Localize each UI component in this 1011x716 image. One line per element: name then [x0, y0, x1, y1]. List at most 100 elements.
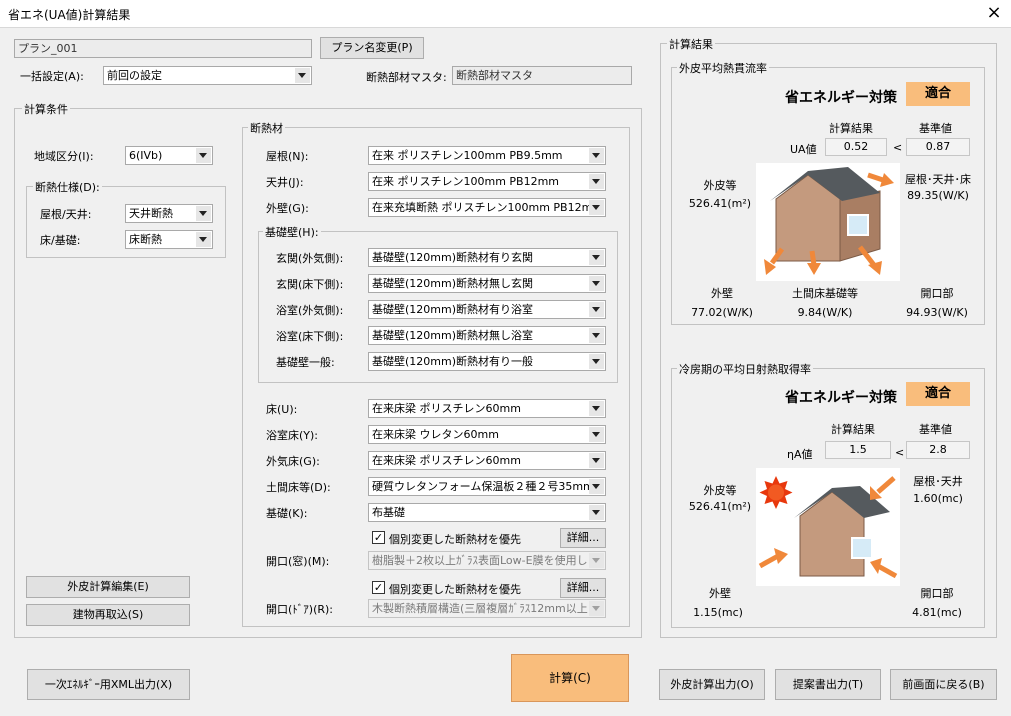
title-bar	[0, 0, 1011, 28]
foundation-label: 基礎(K):	[266, 507, 308, 520]
door-opening-label: 開口(ﾄﾞｱ)(R):	[266, 603, 334, 616]
ua-compare-sign: <	[893, 141, 903, 154]
envelope-output-button[interactable]: 外皮計算出力(O)	[659, 669, 765, 700]
bath-floor-label: 浴室床(Y):	[266, 429, 319, 442]
plan-name-field[interactable]: プラン_001	[14, 39, 312, 58]
insulation-roof-select[interactable]: 在来 ポリスチレン100mm PB9.5mm	[368, 146, 606, 165]
foundation-item-value: 基礎壁(120mm)断熱材有り一般	[372, 355, 534, 368]
foundation-item-select[interactable]: 基礎壁(120mm)断熱材有り玄関	[368, 248, 606, 267]
insulation-roof-label: 屋根(N):	[266, 150, 309, 163]
xml-export-button[interactable]: 一次ｴﾈﾙｷﾞｰ用XML出力(X)	[27, 669, 190, 700]
ua-envelope-value: 526.41(m²)	[688, 197, 752, 210]
close-icon[interactable]: ×	[984, 2, 1004, 24]
eta-envelope-value: 526.41(m²)	[688, 500, 752, 513]
door-opening-select[interactable]: 木製断熱積層構造(三層複層ｶﾞﾗｽ12mm以上	[368, 599, 606, 618]
eta-std-header: 基準値	[919, 423, 952, 436]
chevron-down-icon	[589, 427, 604, 442]
insulation-wall-value: 在来充填断熱 ポリスチレン100mm PB12mm	[372, 201, 604, 214]
detail-window-button[interactable]: 詳細...	[560, 528, 606, 548]
ua-earth-label: 土間床基礎等	[792, 287, 858, 300]
sun-core-icon	[768, 484, 784, 501]
bulk-setting-select[interactable]: 前回の設定	[103, 66, 312, 85]
floor-foundation-value: 床断熱	[129, 233, 162, 246]
chevron-down-icon	[196, 232, 211, 247]
eta-compare-sign: <	[895, 446, 905, 459]
ua-wall-label: 外壁	[711, 287, 733, 300]
chevron-down-icon	[295, 68, 310, 83]
roof-ceiling-select[interactable]: 天井断熱	[125, 204, 213, 223]
calculate-button[interactable]: 計算(C)	[511, 654, 629, 702]
floor-insulation-select[interactable]: 在来床梁 ポリスチレン60mm	[368, 399, 606, 418]
bulk-setting-value: 前回の設定	[107, 69, 162, 82]
floor-foundation-select[interactable]: 床断熱	[125, 230, 213, 249]
ua-std-header: 基準値	[919, 122, 952, 135]
proposal-output-button[interactable]: 提案書出力(T)	[775, 669, 881, 700]
outdoor-floor-label: 外気床(G):	[266, 455, 320, 468]
insulation-wall-select[interactable]: 在来充填断熱 ポリスチレン100mm PB12mm	[368, 198, 606, 217]
insulation-ceiling-label: 天井(J):	[266, 176, 304, 189]
insulation-ceiling-select[interactable]: 在来 ポリスチレン100mm PB12mm	[368, 172, 606, 191]
master-field: 断熱部材マスタ	[452, 66, 632, 85]
eta-row-label: ηA値	[787, 448, 813, 461]
ua-earth-value: 9.84(W/K)	[797, 306, 853, 319]
ua-std-value: 0.87	[906, 138, 970, 156]
ua-envelope-label: 外皮等	[703, 179, 737, 192]
foundation-select[interactable]: 布基礎	[368, 503, 606, 522]
ua-measure-label: 省エネルギー対策	[785, 90, 897, 106]
ua-status-badge: 適合	[906, 82, 970, 106]
rename-plan-button[interactable]: プラン名変更(P)	[320, 37, 424, 59]
outdoor-floor-select[interactable]: 在来床梁 ポリスチレン60mm	[368, 451, 606, 470]
back-button[interactable]: 前画面に戻る(B)	[890, 669, 997, 700]
ua-calc-header: 計算結果	[829, 122, 873, 135]
earth-floor-label: 土間床等(D):	[266, 481, 331, 494]
window-opening-select[interactable]: 樹脂製＋2枚以上ｶﾞﾗｽ表面Low-E膜を使用し	[368, 551, 606, 570]
bath-floor-select[interactable]: 在来床梁 ウレタン60mm	[368, 425, 606, 444]
window-opening-label: 開口(窓)(M):	[266, 555, 330, 568]
foundation-item-select[interactable]: 基礎壁(120mm)断熱材有り浴室	[368, 300, 606, 319]
chevron-down-icon	[589, 479, 604, 494]
chevron-down-icon	[589, 505, 604, 520]
foundation-item-value: 基礎壁(120mm)断熱材有り玄関	[372, 251, 534, 264]
earth-floor-select[interactable]: 硬質ウレタンフォーム保温板２種２号35mm	[368, 477, 606, 496]
insulation-legend: 断熱材	[248, 120, 285, 136]
house-window	[847, 214, 869, 236]
floor-foundation-label: 床/基礎:	[40, 234, 81, 247]
eta-calc-header: 計算結果	[831, 423, 875, 436]
ua-calc-value: 0.52	[825, 138, 887, 156]
eta-wall-value: 1.15(mc)	[693, 606, 743, 619]
foundation-item-value: 基礎壁(120mm)断熱材有り浴室	[372, 303, 534, 316]
eta-opening-label: 開口部	[920, 587, 954, 600]
eta-status-badge: 適合	[906, 382, 970, 406]
detail-door-button[interactable]: 詳細...	[560, 578, 606, 598]
outdoor-floor-value: 在来床梁 ポリスチレン60mm	[372, 454, 521, 467]
eta-roof-label: 屋根･天井	[913, 475, 963, 488]
floor-insulation-label: 床(U):	[266, 403, 298, 416]
chevron-down-icon	[589, 401, 604, 416]
foundation-item-select[interactable]: 基礎壁(120mm)断熱材有り一般	[368, 352, 606, 371]
eta-measure-label: 省エネルギー対策	[785, 390, 897, 406]
chevron-down-icon	[589, 302, 604, 317]
reload-building-button[interactable]: 建物再取込(S)	[26, 604, 190, 626]
priority-checkbox-door[interactable]: ✓	[372, 581, 385, 594]
region-label: 地域区分(I):	[34, 150, 94, 163]
eta-std-value: 2.8	[906, 441, 970, 459]
foundation-item-label: 玄関(外気側):	[276, 252, 344, 265]
roof-ceiling-label: 屋根/天井:	[40, 208, 92, 221]
foundation-item-value: 基礎壁(120mm)断熱材無し浴室	[372, 329, 534, 342]
foundation-item-label: 浴室(床下側):	[276, 330, 344, 343]
chevron-down-icon	[589, 148, 604, 163]
chevron-down-icon	[589, 354, 604, 369]
ua-wall-value: 77.02(W/K)	[691, 306, 753, 319]
insulation-ceiling-value: 在来 ポリスチレン100mm PB12mm	[372, 175, 560, 188]
foundation-item-select[interactable]: 基礎壁(120mm)断熱材無し玄関	[368, 274, 606, 293]
priority-label-door: 個別変更した断熱材を優先	[389, 583, 521, 596]
foundation-item-label: 浴室(外気側):	[276, 304, 344, 317]
foundation-wall-legend: 基礎壁(H):	[263, 224, 321, 240]
foundation-item-select[interactable]: 基礎壁(120mm)断熱材無し浴室	[368, 326, 606, 345]
foundation-item-value: 基礎壁(120mm)断熱材無し玄関	[372, 277, 534, 290]
ua-house-illustration	[756, 163, 900, 281]
region-select[interactable]: 6(IVb)	[125, 146, 213, 165]
priority-checkbox-window[interactable]: ✓	[372, 531, 385, 544]
edit-envelope-button[interactable]: 外皮計算編集(E)	[26, 576, 190, 598]
foundation-item-label: 基礎壁一般:	[276, 356, 335, 369]
